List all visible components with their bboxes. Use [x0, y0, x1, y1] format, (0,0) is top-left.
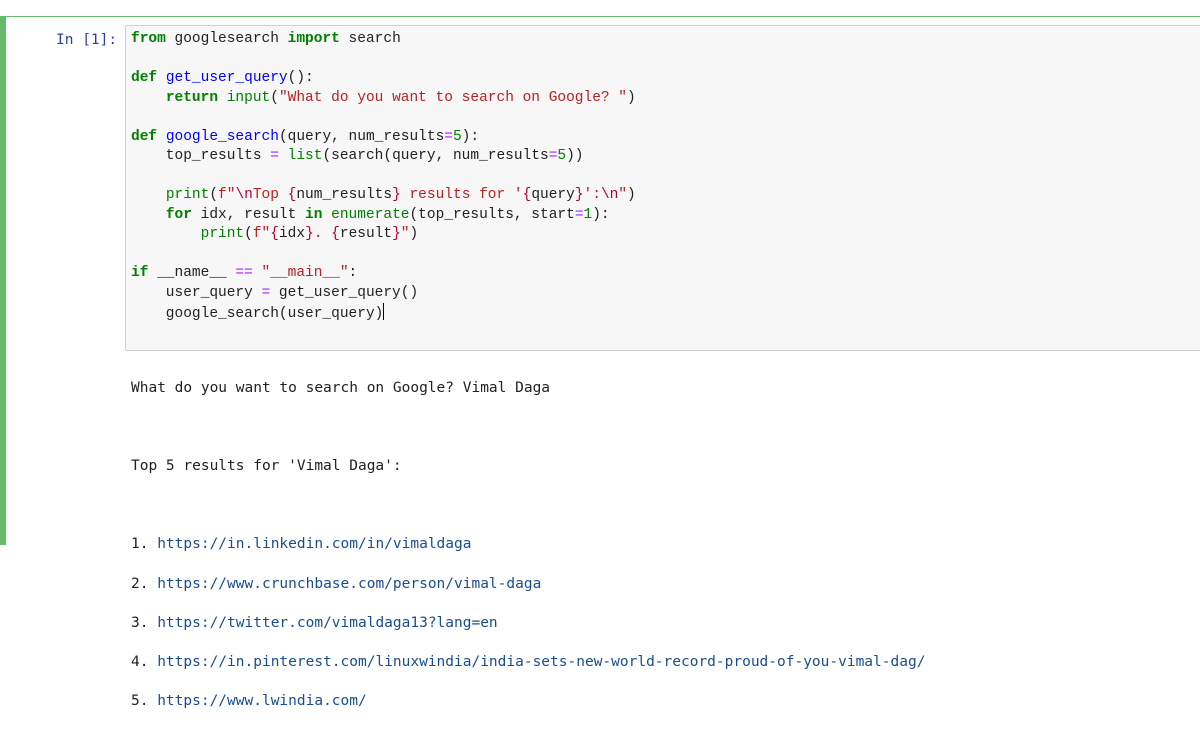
result-index: 4. [131, 653, 149, 670]
result-line-5: 5. https://www.lwindia.com/ [131, 692, 925, 712]
code-line-6: def google_search(query, num_results=5): [131, 128, 480, 145]
result-line-2: 2. https://www.crunchbase.com/person/vim… [131, 575, 925, 595]
result-line-4: 4. https://in.pinterest.com/linuxwindia/… [131, 653, 925, 673]
code-line-1: from googlesearch import search [131, 31, 401, 47]
result-url[interactable]: https://in.linkedin.com/in/vimaldaga [157, 536, 471, 552]
code-line-10: for idx, result in enumerate(top_results… [165, 206, 610, 223]
result-index: 1. [131, 536, 149, 553]
output-results-header: Top 5 results for 'Vimal Daga': [131, 457, 402, 474]
result-line-3: 3. https://twitter.com/vimaldaga13?lang=… [131, 614, 925, 634]
code-line-9: print(f"\nTop {num_results} results for … [165, 187, 636, 203]
text-cursor [383, 303, 385, 320]
result-url[interactable]: https://www.lwindia.com/ [157, 693, 367, 709]
cell-top-border [0, 16, 1200, 17]
code-line-7: top_results = list(search(query, num_res… [131, 148, 584, 164]
result-line-1: 1. https://in.linkedin.com/in/vimaldaga [131, 535, 925, 555]
code-text[interactable]: from googlesearch import search def get_… [131, 30, 636, 325]
cell-output: What do you want to search on Google? Vi… [131, 359, 925, 731]
result-url[interactable]: https://www.crunchbase.com/person/vimal-… [157, 576, 541, 592]
result-url[interactable]: https://in.pinterest.com/linuxwindia/ind… [157, 654, 925, 670]
output-input-echo: What do you want to search on Google? Vi… [131, 379, 551, 396]
selected-cell-indicator [0, 17, 6, 545]
result-index: 3. [131, 614, 149, 631]
result-index: 5. [131, 693, 149, 710]
code-line-4: return input("What do you want to search… [165, 89, 636, 106]
result-index: 2. [131, 575, 149, 592]
code-line-13: if __name__ == "__main__": [131, 265, 358, 281]
code-line-15: google_search(user_query) [131, 303, 385, 322]
result-url[interactable]: https://twitter.com/vimaldaga13?lang=en [157, 615, 497, 631]
input-prompt: In [1]: [56, 32, 118, 48]
code-line-3: def get_user_query(): [131, 70, 314, 86]
code-line-14: user_query = get_user_query() [131, 284, 419, 301]
code-line-11: print(f"{idx}. {result}") [200, 226, 419, 242]
